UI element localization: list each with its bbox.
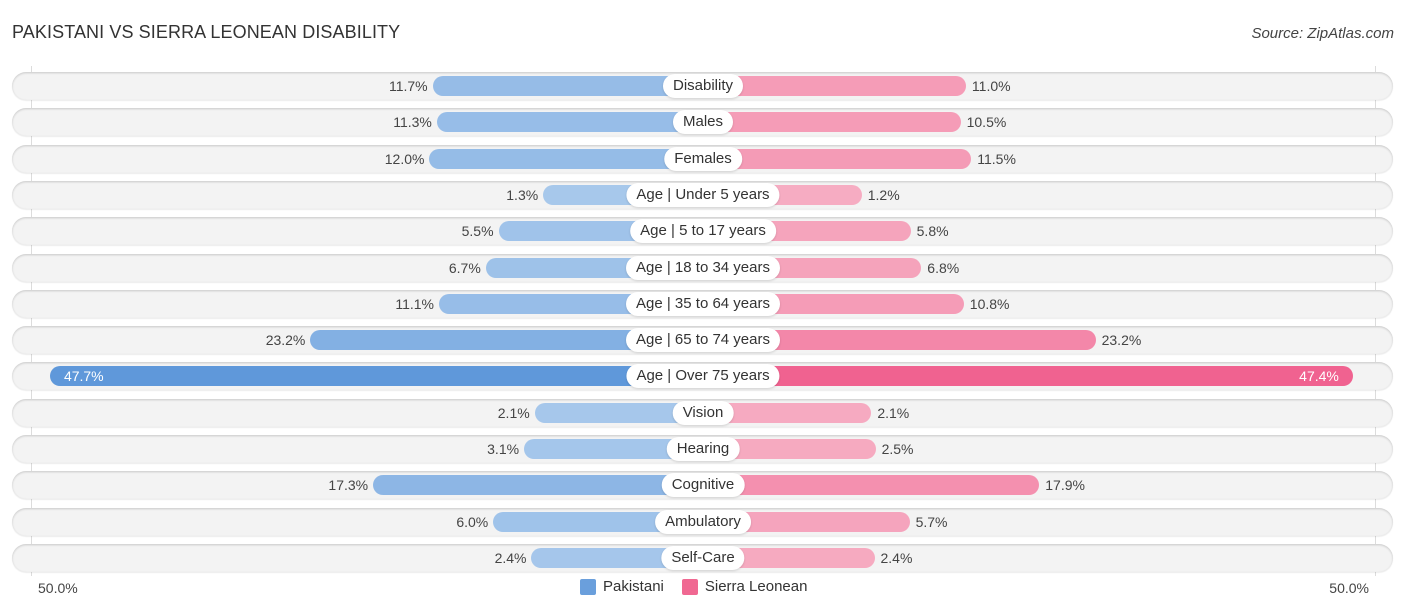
category-label: Hearing bbox=[666, 437, 740, 461]
bar-pakistani[interactable] bbox=[49, 366, 703, 387]
chart-title: PAKISTANI VS SIERRA LEONEAN DISABILITY bbox=[12, 22, 401, 42]
category-label: Females bbox=[664, 146, 742, 171]
value-label-sierra-leonean: 5.8% bbox=[916, 223, 949, 240]
legend-swatch-sierra-leonean bbox=[681, 578, 698, 595]
value-label-sierra-leonean: 23.2% bbox=[1101, 332, 1142, 349]
value-label-pakistani: 11.1% bbox=[395, 295, 435, 312]
value-label-pakistani: 17.3% bbox=[328, 477, 369, 494]
bar-pakistani[interactable] bbox=[429, 148, 703, 169]
legend-item-sierra-leonean[interactable]: Sierra Leonean bbox=[681, 578, 808, 595]
value-label-sierra-leonean: 47.4% bbox=[1299, 368, 1339, 385]
left-axis-line bbox=[31, 66, 32, 576]
bar-sierra-leonean[interactable] bbox=[703, 366, 1353, 387]
legend-item-pakistani[interactable]: Pakistani bbox=[580, 578, 664, 595]
category-label: Age | Over 75 years bbox=[626, 364, 780, 389]
value-label-sierra-leonean: 17.9% bbox=[1045, 477, 1085, 494]
value-label-sierra-leonean: 2.5% bbox=[881, 441, 914, 457]
value-label-sierra-leonean: 2.1% bbox=[877, 404, 910, 421]
value-label-sierra-leonean: 10.8% bbox=[969, 295, 1010, 312]
value-label-pakistani: 5.5% bbox=[461, 223, 494, 240]
legend-label-pakistani: Pakistani bbox=[603, 578, 664, 595]
value-label-sierra-leonean: 10.5% bbox=[966, 114, 1007, 131]
category-label: Males bbox=[672, 110, 734, 135]
category-label: Age | 35 to 64 years bbox=[626, 291, 780, 316]
value-label-pakistani: 47.7% bbox=[63, 368, 104, 385]
bar-pakistani[interactable] bbox=[373, 475, 703, 496]
value-label-sierra-leonean: 6.8% bbox=[927, 259, 960, 276]
value-label-pakistani: 6.0% bbox=[456, 513, 489, 530]
category-label: Disability bbox=[662, 74, 744, 98]
value-label-sierra-leonean: 2.4% bbox=[880, 549, 913, 566]
legend-swatch-pakistani bbox=[580, 578, 596, 595]
bar-sierra-leonean[interactable] bbox=[703, 112, 961, 133]
value-label-sierra-leonean: 11.0% bbox=[971, 78, 1011, 94]
category-label: Self-Care bbox=[661, 545, 745, 570]
value-label-sierra-leonean: 11.5% bbox=[977, 150, 1016, 167]
value-label-pakistani: 3.1% bbox=[487, 441, 520, 457]
legend: Pakistani Sierra Leonean bbox=[580, 578, 825, 595]
bar-pakistani[interactable] bbox=[436, 112, 703, 133]
right-axis-line bbox=[1375, 66, 1376, 576]
value-label-sierra-leonean: 5.7% bbox=[915, 513, 948, 530]
category-label: Age | 18 to 34 years bbox=[626, 255, 780, 280]
value-label-pakistani: 1.3% bbox=[506, 186, 539, 203]
value-label-pakistani: 23.2% bbox=[265, 332, 306, 349]
value-label-pakistani: 12.0% bbox=[384, 150, 425, 167]
value-label-pakistani: 2.1% bbox=[497, 404, 530, 421]
category-label: Ambulatory bbox=[655, 509, 751, 534]
bar-sierra-leonean[interactable] bbox=[703, 475, 1040, 496]
source-credit: Source: ZipAtlas.com bbox=[1251, 25, 1394, 42]
value-label-pakistani: 11.3% bbox=[393, 114, 432, 131]
value-label-sierra-leonean: 1.2% bbox=[867, 186, 900, 203]
axis-label-right: 50.0% bbox=[1329, 580, 1369, 596]
value-label-pakistani: 6.7% bbox=[448, 259, 481, 276]
legend-label-sierra-leonean: Sierra Leonean bbox=[704, 578, 808, 595]
category-label: Vision bbox=[672, 400, 734, 425]
value-label-pakistani: 2.4% bbox=[494, 549, 527, 566]
category-label: Age | 5 to 17 years bbox=[630, 219, 776, 244]
category-label: Cognitive bbox=[661, 473, 745, 498]
bar-sierra-leonean[interactable] bbox=[703, 148, 972, 169]
axis-label-left: 50.0% bbox=[38, 580, 78, 596]
category-label: Age | Under 5 years bbox=[626, 182, 780, 207]
category-label: Age | 65 to 74 years bbox=[626, 328, 780, 353]
value-label-pakistani: 11.7% bbox=[388, 78, 428, 94]
